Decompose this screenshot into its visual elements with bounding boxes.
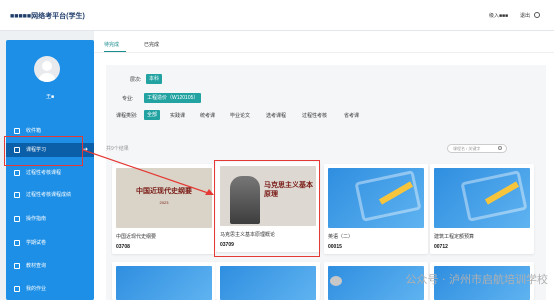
guide-icon	[14, 216, 20, 222]
course-name: 建筑工程定额预算	[434, 234, 475, 240]
tab-active-indicator	[104, 51, 126, 52]
inbox-icon	[14, 128, 20, 134]
username: 王■	[45, 94, 55, 100]
tabs-divider	[94, 52, 554, 53]
cover-subtitle: 2023	[159, 200, 169, 205]
course-code: 00712	[434, 244, 448, 250]
sidebar-item-textbooks[interactable]: 教材查询	[6, 259, 94, 273]
major-pill[interactable]: 工程造价（W120105）	[144, 93, 202, 103]
tab-completed[interactable]: 已完成	[144, 41, 159, 48]
sidebar-item-exam-papers[interactable]: 学期试卷	[6, 236, 94, 250]
course-card[interactable]	[216, 262, 320, 300]
homework-icon	[14, 286, 20, 292]
course-card[interactable]: 英语（二） 00015	[324, 164, 428, 254]
logout-link[interactable]: 退出	[520, 12, 530, 19]
level-pill[interactable]: 本科	[146, 74, 163, 84]
avatar	[34, 56, 60, 82]
highlight-box-course	[214, 160, 320, 257]
type-thesis[interactable]: 毕业论文	[230, 112, 250, 119]
sidebar-item-label: 学期试卷	[26, 240, 47, 246]
paper-icon	[14, 240, 20, 246]
red-arrow-annotation	[83, 149, 214, 195]
tab-pending[interactable]: 待完成	[104, 41, 119, 48]
course-cover	[434, 168, 530, 228]
chart-icon	[14, 192, 20, 198]
sidebar: 王■ 收件箱 课程学习 ➜ 过程性考核课程 过程性考核课程成绩 操作指南 学期试卷…	[6, 40, 94, 300]
type-provincial[interactable]: 省考课	[344, 112, 359, 119]
wechat-icon	[330, 276, 342, 286]
highlight-box-menu	[4, 136, 83, 166]
user-menu[interactable]: 级入■■■	[489, 12, 508, 19]
type-label: 课程类别:	[116, 113, 138, 119]
watermark: 公众号 · 泸州市启航培训学校	[405, 273, 549, 286]
course-cover	[220, 266, 316, 300]
course-card[interactable]: 建筑工程定额预算 00712	[430, 164, 534, 254]
course-code: 00015	[328, 244, 342, 250]
power-icon[interactable]	[534, 12, 540, 18]
sidebar-item-label: 过程性考核课程成绩	[26, 192, 72, 198]
sidebar-item-label: 过程性考核课程	[26, 170, 62, 176]
major-label: 专业:	[122, 96, 134, 102]
course-name: 英语（二）	[328, 234, 354, 240]
type-unified[interactable]: 统考课	[200, 112, 215, 119]
search-input[interactable]: 课程名 / 关键字	[447, 144, 507, 153]
course-card[interactable]	[112, 262, 216, 300]
type-practice[interactable]: 实践课	[170, 112, 185, 119]
textbook-icon	[14, 263, 20, 269]
top-bar: ■■■■■网络考平台(学生) 级入■■■ 退出	[0, 0, 554, 31]
sidebar-item-label: 我的作业	[26, 286, 47, 292]
sidebar-item-label: 操作指南	[26, 216, 47, 222]
sidebar-item-process-courses[interactable]: 过程性考核课程	[6, 166, 94, 180]
sidebar-item-process-scores[interactable]: 过程性考核课程成绩	[6, 188, 94, 202]
list-icon	[14, 170, 20, 176]
course-cover	[116, 266, 212, 300]
course-name: 中国近现代史纲要	[116, 234, 157, 240]
app-title: ■■■■■网络考平台(学生)	[10, 13, 85, 20]
search-placeholder: 课程名 / 关键字	[453, 146, 481, 151]
sidebar-item-homework[interactable]: 我的作业	[6, 282, 94, 296]
sidebar-item-label: 收件箱	[26, 128, 42, 134]
sidebar-item-label: 教材查询	[26, 263, 47, 269]
course-code: 03708	[116, 244, 130, 250]
type-elective[interactable]: 选考课程	[266, 112, 286, 119]
search-icon	[498, 146, 502, 150]
type-all[interactable]: 全部	[144, 110, 161, 120]
level-label: 层次:	[130, 77, 142, 83]
type-process[interactable]: 过程性考核	[302, 112, 327, 119]
course-cover	[328, 168, 424, 228]
sidebar-item-guide[interactable]: 操作指南	[6, 212, 94, 226]
